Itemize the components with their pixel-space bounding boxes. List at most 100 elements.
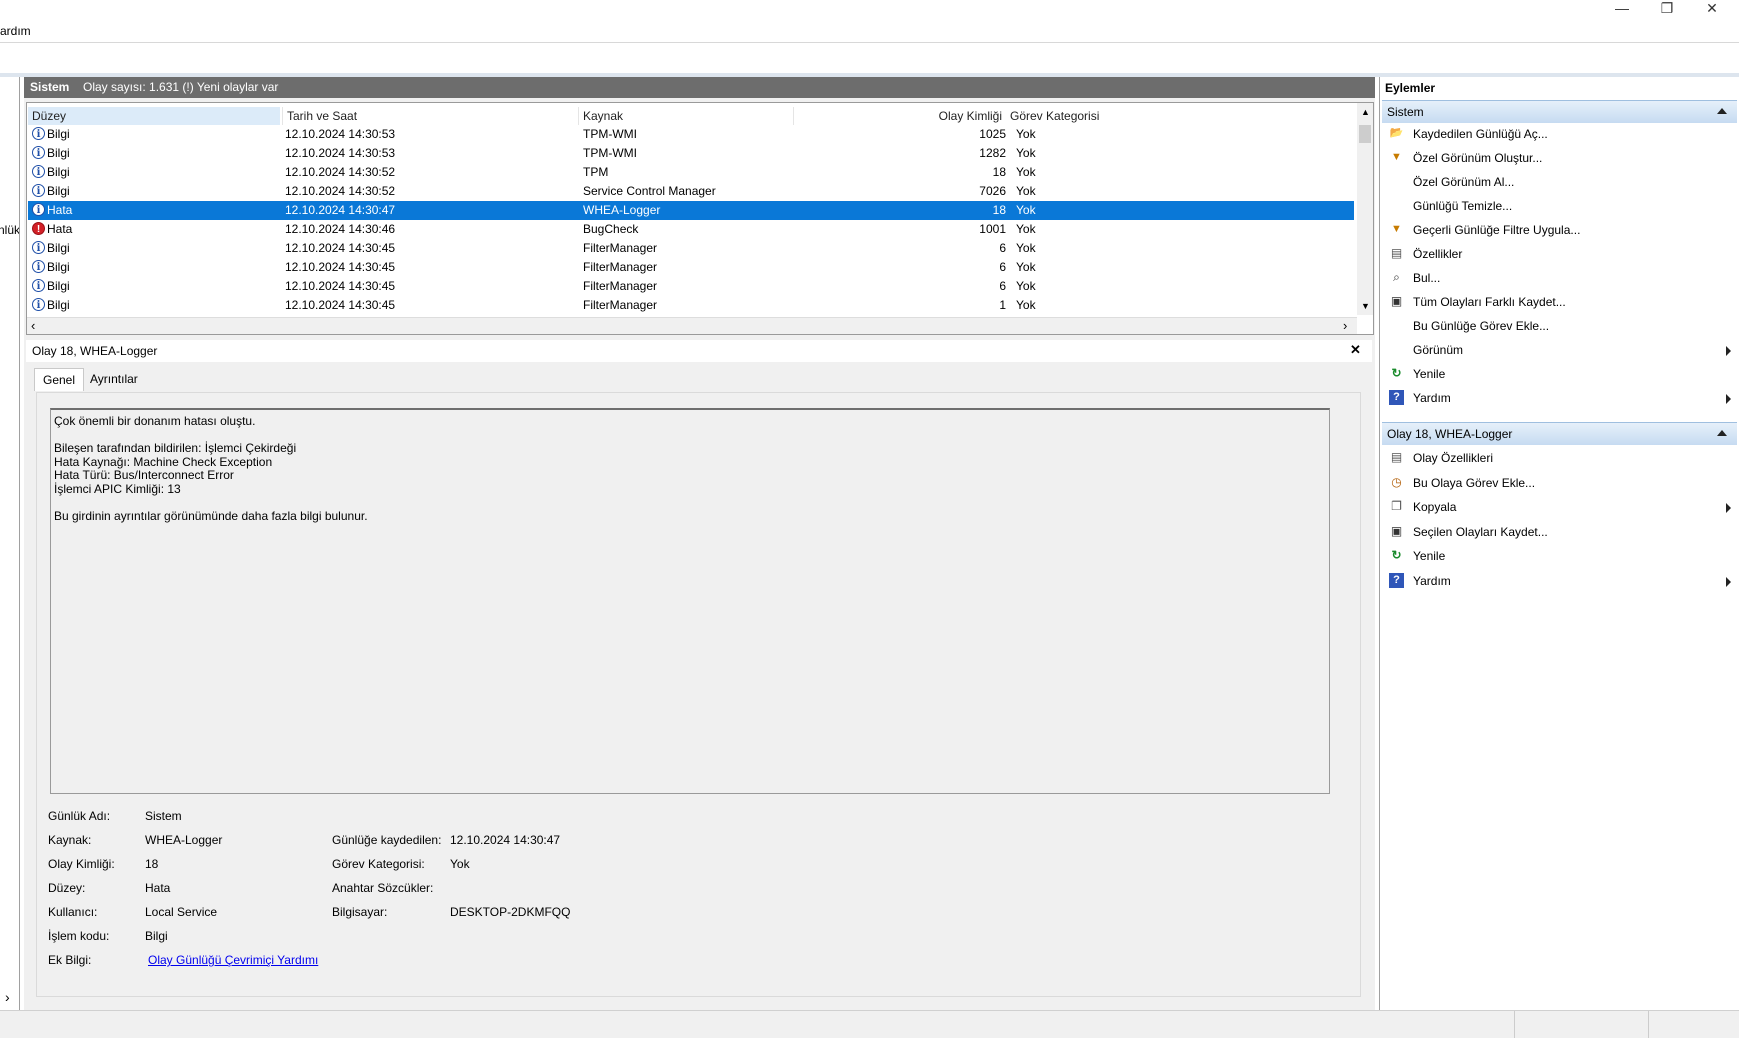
event-row[interactable]: i Hata 12.10.2024 14:30:47 WHEA-Logger 18 Yok	[28, 201, 1354, 220]
save-icon: ▣	[1390, 294, 1403, 308]
computer-value: DESKTOP-2DKMFQQ	[450, 905, 571, 919]
action-label: Özellikler	[1413, 247, 1463, 261]
minimize-button[interactable]: —	[1600, 0, 1644, 16]
column-header-source[interactable]: Kaynak	[578, 107, 793, 125]
event-row[interactable]: i Bilgi 12.10.2024 14:30:45 FilterManager 6 Y…	[28, 258, 1354, 277]
event-description[interactable]: Çok önemli bir donanım hatası oluştu. Bil…	[50, 408, 1330, 794]
info-icon: i	[32, 241, 45, 254]
event-row[interactable]: i Bilgi 12.10.2024 14:30:45 FilterManager 1 Y…	[28, 296, 1354, 315]
more-info-label: Ek Bilgi:	[48, 953, 92, 967]
close-window-button[interactable]: ✕	[1690, 0, 1734, 16]
action-bu-günlüğe-görev-ekle[interactable]: Bu Günlüğe Görev Ekle...	[1382, 314, 1737, 338]
action-yardım[interactable]: ? Yardım	[1382, 569, 1737, 593]
action-yenile[interactable]: ↻ Yenile	[1382, 362, 1737, 386]
action-bul[interactable]: ⌕ Bul...	[1382, 266, 1737, 290]
scroll-down-arrow-icon[interactable]: ▼	[1361, 301, 1370, 311]
action-label: Yenile	[1413, 367, 1446, 381]
submenu-arrow-icon	[1726, 394, 1731, 404]
close-detail-icon[interactable]: ✕	[1350, 342, 1361, 358]
cell-event-id: 18	[992, 203, 1006, 217]
action-seçilen-olayları-kaydet[interactable]: ▣ Seçilen Olayları Kaydet...	[1382, 520, 1737, 544]
online-help-link[interactable]: Olay Günlüğü Çevrimiçi Yardımı	[148, 953, 318, 967]
logged-value: 12.10.2024 14:30:47	[450, 833, 561, 847]
tab-details[interactable]: Ayrıntılar	[82, 368, 146, 390]
menu-help[interactable]: ardım	[0, 24, 31, 38]
user-value: Local Service	[145, 905, 218, 919]
action-label: Tüm Olayları Farklı Kaydet...	[1413, 295, 1566, 309]
column-header-event-id[interactable]: Olay Kimliği	[793, 107, 1006, 125]
level-value: Hata	[145, 881, 171, 895]
vertical-scrollbar[interactable]: ▲ ▼	[1357, 103, 1373, 315]
scrollbar-thumb[interactable]	[1359, 125, 1371, 143]
submenu-arrow-icon	[1726, 503, 1731, 513]
cell-event-id: 18	[992, 165, 1006, 179]
nav-item-partial[interactable]: nlük	[0, 223, 19, 237]
action-label: Özel Görünüm Al...	[1413, 175, 1515, 189]
event-row[interactable]: i Bilgi 12.10.2024 14:30:53 TPM-WMI 1025 Yok	[28, 125, 1354, 144]
info-icon: i	[32, 184, 45, 197]
log-header-bar: Sistem Olay sayısı: 1.631 (!) Yeni olayl…	[24, 77, 1375, 98]
cell-source: Service Control Manager	[583, 184, 716, 198]
event-row[interactable]: i Bilgi 12.10.2024 14:30:52 TPM 18 Yok	[28, 163, 1354, 182]
filter-icon: ▼	[1391, 223, 1402, 235]
action-yenile[interactable]: ↻ Yenile	[1382, 544, 1737, 568]
event-row[interactable]: i Bilgi 12.10.2024 14:30:52 Service Control…	[28, 182, 1354, 201]
info-icon: i	[32, 203, 45, 216]
action-kopyala[interactable]: ❐ Kopyala	[1382, 495, 1737, 519]
action-label: Geçerli Günlüğe Filtre Uygula...	[1413, 223, 1581, 237]
action-yardım[interactable]: ? Yardım	[1382, 386, 1737, 410]
event-row[interactable]: ! Hata 12.10.2024 14:30:46 BugCheck 1001 Yok	[28, 220, 1354, 239]
action-label: Seçilen Olayları Kaydet...	[1413, 524, 1548, 539]
task-category-label: Görev Kategorisi:	[332, 857, 425, 871]
opcode-label: İşlem kodu:	[48, 929, 110, 943]
group-header-system[interactable]: Sistem	[1382, 100, 1737, 123]
column-header-task-category[interactable]: Görev Kategorisi	[1006, 107, 1206, 125]
horizontal-scrollbar[interactable]: ‹ ›	[27, 317, 1357, 334]
description-line: İşlemci APIC Kimliği: 13	[54, 481, 181, 496]
action-kaydedilen-günlüğü-aç[interactable]: 📂 Kaydedilen Günlüğü Aç...	[1382, 122, 1737, 146]
navigation-tree[interactable]: nlük ›	[0, 77, 20, 1010]
scroll-right-icon[interactable]: ›	[1343, 318, 1347, 333]
group-header-event[interactable]: Olay 18, WHEA-Logger	[1382, 422, 1737, 445]
cell-datetime: 12.10.2024 14:30:46	[285, 222, 396, 236]
action-özellikler[interactable]: ▤ Özellikler	[1382, 242, 1737, 266]
column-header-level[interactable]: Düzey	[28, 107, 280, 125]
scroll-up-arrow-icon[interactable]: ▲	[1361, 107, 1370, 117]
cell-source: TPM-WMI	[583, 146, 637, 160]
action-olay-özellikleri[interactable]: ▤ Olay Özellikleri	[1382, 446, 1737, 470]
collapse-icon[interactable]	[1717, 108, 1727, 114]
refresh-icon: ↻	[1391, 366, 1402, 380]
tab-general[interactable]: Genel	[34, 368, 85, 391]
restore-button[interactable]: ❐	[1645, 0, 1689, 16]
scroll-left-arrow-icon[interactable]: ‹	[31, 318, 35, 333]
column-header-datetime[interactable]: Tarih ve Saat	[282, 107, 578, 125]
submenu-arrow-icon	[1726, 346, 1731, 356]
action-label: Bul...	[1413, 271, 1441, 285]
action-özel-görünüm-oluştur[interactable]: ▼ Özel Görünüm Oluştur...	[1382, 146, 1737, 170]
scroll-right-arrow-icon[interactable]: ›	[5, 989, 10, 1005]
action-geçerli-günlüğe-filtre-uygula[interactable]: ▼ Geçerli Günlüğe Filtre Uygula...	[1382, 218, 1737, 242]
event-row[interactable]: i Bilgi 12.10.2024 14:30:53 TPM-WMI 1282 Yok	[28, 144, 1354, 163]
cell-datetime: 12.10.2024 14:30:45	[285, 260, 396, 274]
cell-event-id: 1	[999, 298, 1006, 312]
event-list[interactable]: Düzey Tarih ve Saat Kaynak Olay Kimliği …	[26, 102, 1374, 335]
cell-datetime: 12.10.2024 14:30:47	[285, 203, 396, 217]
cell-datetime: 12.10.2024 14:30:52	[285, 184, 396, 198]
refresh-icon: ↻	[1391, 548, 1402, 562]
opcode-value: Bilgi	[145, 929, 168, 943]
cell-event-id: 1025	[979, 127, 1006, 141]
event-row[interactable]: i Bilgi 12.10.2024 14:30:45 FilterManager 6 Y…	[28, 239, 1354, 258]
collapse-icon[interactable]	[1717, 430, 1727, 436]
action-görünüm[interactable]: Görünüm	[1382, 338, 1737, 362]
event-row[interactable]: i Bilgi 12.10.2024 14:30:45 FilterManager 6 Y…	[28, 277, 1354, 296]
cell-level: Bilgi	[47, 127, 70, 141]
action-özel-görünüm-al[interactable]: Özel Görünüm Al...	[1382, 170, 1737, 194]
cell-source: TPM-WMI	[583, 127, 637, 141]
status-divider	[1648, 1011, 1649, 1038]
action-bu-olaya-görev-ekle[interactable]: ◷ Bu Olaya Görev Ekle...	[1382, 471, 1737, 495]
copy-icon: ❐	[1391, 499, 1402, 513]
info-icon: i	[32, 279, 45, 292]
action-tüm-olayları-farklı-kaydet[interactable]: ▣ Tüm Olayları Farklı Kaydet...	[1382, 290, 1737, 314]
action-günlüğü-temizle[interactable]: Günlüğü Temizle...	[1382, 194, 1737, 218]
cell-source: BugCheck	[583, 222, 639, 236]
